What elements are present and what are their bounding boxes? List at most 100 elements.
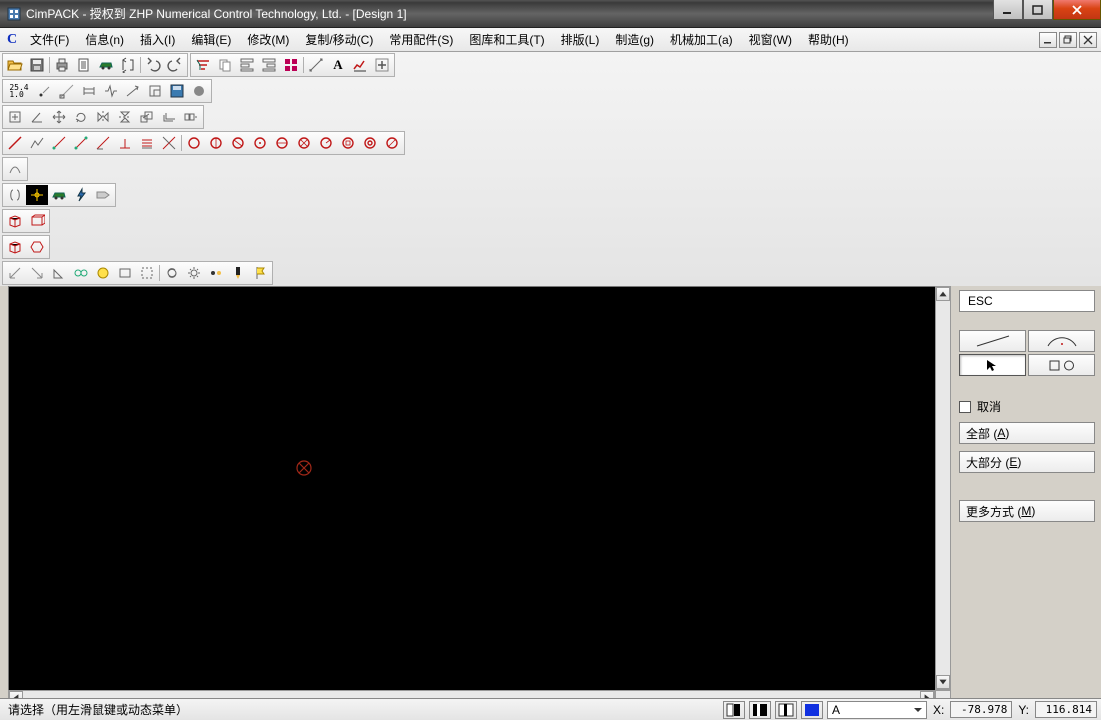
filter-icon[interactable] <box>192 55 214 75</box>
minimize-button[interactable] <box>993 0 1023 20</box>
snap-mid-icon[interactable] <box>78 81 100 101</box>
undo-icon[interactable] <box>142 55 164 75</box>
bracket-icon[interactable] <box>4 185 26 205</box>
scroll-up-icon[interactable] <box>936 287 950 301</box>
menu-modify[interactable]: 修改(M) <box>239 28 297 51</box>
align-left-icon[interactable] <box>236 55 258 75</box>
status-swatch-1[interactable] <box>723 701 745 719</box>
circle-10-icon[interactable] <box>381 133 403 153</box>
line-2pt-icon[interactable] <box>70 133 92 153</box>
circle-9-icon[interactable] <box>359 133 381 153</box>
status-swatch-4[interactable] <box>801 701 823 719</box>
text-icon[interactable]: A <box>327 55 349 75</box>
point-icon[interactable] <box>34 81 56 101</box>
offset-icon[interactable] <box>158 107 180 127</box>
circle-icon[interactable] <box>183 133 205 153</box>
target-icon[interactable] <box>26 185 48 205</box>
measure-icon[interactable] <box>305 55 327 75</box>
curve-icon[interactable] <box>4 159 26 179</box>
mdi-restore-button[interactable] <box>1059 32 1077 48</box>
circle-2-icon[interactable] <box>205 133 227 153</box>
car2-icon[interactable] <box>48 185 70 205</box>
open-icon[interactable] <box>4 55 26 75</box>
menu-make[interactable]: 制造(g) <box>607 28 662 51</box>
car-icon[interactable] <box>95 55 117 75</box>
more-methods-button[interactable]: 更多方式 ( M ) <box>959 500 1095 522</box>
marker-icon[interactable] <box>227 263 249 283</box>
menu-window[interactable]: 视窗(W) <box>741 28 800 51</box>
doc-icon[interactable] <box>73 55 95 75</box>
align-right-icon[interactable] <box>258 55 280 75</box>
tool-shapes[interactable] <box>1028 354 1095 376</box>
mdi-minimize-button[interactable] <box>1039 32 1057 48</box>
parallel-icon[interactable] <box>136 133 158 153</box>
refresh-icon[interactable] <box>161 263 183 283</box>
checkbox-icon[interactable] <box>959 401 971 413</box>
box3d-red2-icon[interactable] <box>26 211 48 231</box>
print-icon[interactable] <box>51 55 73 75</box>
circle-7-icon[interactable] <box>315 133 337 153</box>
copy-icon[interactable] <box>214 55 236 75</box>
menu-copymove[interactable]: 复制/移动(C) <box>297 28 381 51</box>
bolt-icon[interactable] <box>70 185 92 205</box>
rect2-icon[interactable] <box>136 263 158 283</box>
scroll-down-icon[interactable] <box>936 675 950 689</box>
menu-insert[interactable]: 插入(I) <box>132 28 183 51</box>
tag-icon[interactable] <box>92 185 114 205</box>
tangent-line-icon[interactable] <box>158 133 180 153</box>
grid4-icon[interactable] <box>280 55 302 75</box>
snap-perp-icon[interactable] <box>144 81 166 101</box>
scale-xy-icon[interactable] <box>136 107 158 127</box>
box3d-red3-icon[interactable] <box>4 237 26 257</box>
hex-icon[interactable] <box>26 237 48 257</box>
flag-icon[interactable] <box>249 263 271 283</box>
circle-yellow-icon[interactable] <box>92 263 114 283</box>
select-most-button[interactable]: 大部分 ( E ) <box>959 451 1095 473</box>
menu-common[interactable]: 常用配件(S) <box>381 28 461 51</box>
menu-file[interactable]: 文件(F) <box>22 28 77 51</box>
corner-icon[interactable] <box>48 263 70 283</box>
toggle-icon[interactable] <box>205 263 227 283</box>
select-all-button[interactable]: 全部 ( A ) <box>959 422 1095 444</box>
disk-icon[interactable] <box>166 81 188 101</box>
link-icon[interactable] <box>70 263 92 283</box>
snap-tangent-icon[interactable] <box>122 81 144 101</box>
menu-info[interactable]: 信息(n) <box>77 28 132 51</box>
menu-library[interactable]: 图库和工具(T) <box>461 28 552 51</box>
gear-icon[interactable] <box>183 263 205 283</box>
line-icon[interactable] <box>4 133 26 153</box>
menu-logo[interactable]: C <box>2 32 22 48</box>
perp-line-icon[interactable] <box>114 133 136 153</box>
status-swatch-3[interactable] <box>775 701 797 719</box>
mdi-close-button[interactable] <box>1079 32 1097 48</box>
menu-edit[interactable]: 编辑(E) <box>183 28 239 51</box>
scale-icon[interactable]: 25.4 1.0 <box>4 81 34 101</box>
box-plus-icon[interactable] <box>4 107 26 127</box>
circle-6-icon[interactable] <box>293 133 315 153</box>
snap-end-icon[interactable] <box>56 81 78 101</box>
mirror-h-icon[interactable] <box>114 107 136 127</box>
polyline-icon[interactable] <box>26 133 48 153</box>
cancel-checkbox[interactable]: 取消 <box>959 398 1095 415</box>
line-pt-icon[interactable] <box>48 133 70 153</box>
vertical-scrollbar[interactable] <box>935 286 951 690</box>
menu-layout[interactable]: 排版(L) <box>553 28 608 51</box>
flip-icon[interactable] <box>117 55 139 75</box>
array-icon[interactable] <box>180 107 202 127</box>
maximize-button[interactable] <box>1023 0 1053 20</box>
drawing-canvas[interactable] <box>8 286 935 690</box>
line-angle-icon[interactable] <box>92 133 114 153</box>
redo-icon[interactable] <box>164 55 186 75</box>
plus-icon[interactable] <box>371 55 393 75</box>
tool-line[interactable] <box>959 330 1026 352</box>
circle-4-icon[interactable] <box>249 133 271 153</box>
status-combo[interactable]: A <box>827 701 927 719</box>
arrow-nw-icon[interactable] <box>4 263 26 283</box>
dot-icon[interactable] <box>188 81 210 101</box>
menu-help[interactable]: 帮助(H) <box>800 28 857 51</box>
snap-center-icon[interactable] <box>100 81 122 101</box>
close-button[interactable] <box>1053 0 1101 20</box>
rect-icon[interactable] <box>114 263 136 283</box>
tool-select[interactable] <box>959 354 1026 376</box>
angle-icon[interactable] <box>26 107 48 127</box>
